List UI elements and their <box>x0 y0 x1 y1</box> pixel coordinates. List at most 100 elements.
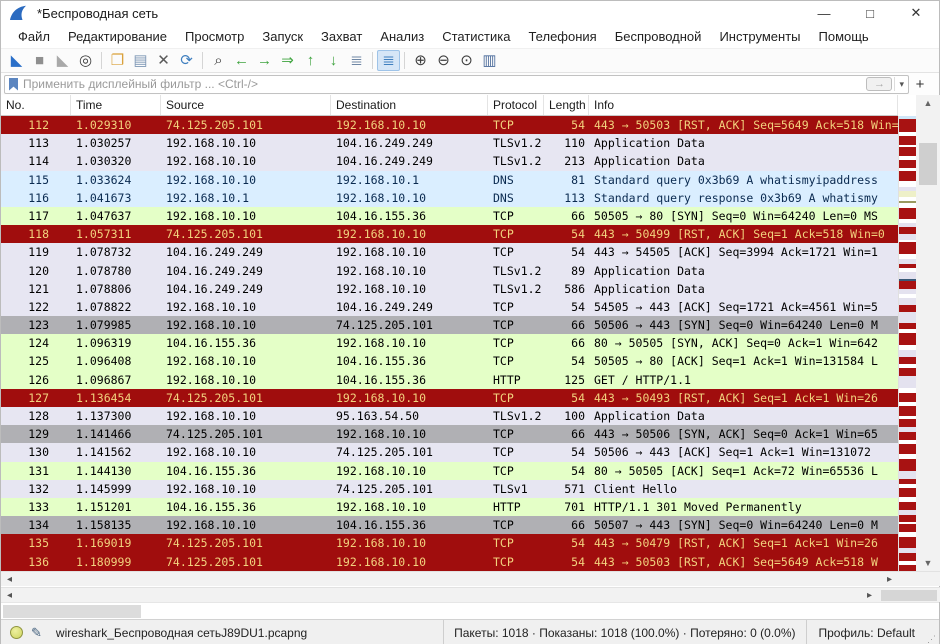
capture-comment-icon[interactable]: ✎ <box>31 625 42 641</box>
menu-item-10[interactable]: Помощь <box>810 26 878 47</box>
packet-row[interactable]: 1261.096867192.168.10.10104.16.155.36HTT… <box>1 371 898 389</box>
zoom-out-icon[interactable]: ⊖ <box>432 50 455 71</box>
packet-row[interactable]: 1201.078780104.16.249.249192.168.10.10TL… <box>1 262 898 280</box>
packet-cell-info: Application Data <box>589 134 898 152</box>
scroll-up-icon[interactable]: ▲ <box>916 95 940 111</box>
minimap-stripe <box>899 171 916 181</box>
horizontal-scrollbar-thumb[interactable] <box>881 590 937 601</box>
packet-row[interactable]: 1301.141562192.168.10.1074.125.205.101TC… <box>1 443 898 461</box>
packet-row[interactable]: 1321.145999192.168.10.1074.125.205.101TL… <box>1 480 898 498</box>
menu-item-2[interactable]: Просмотр <box>176 26 253 47</box>
packet-cell-prot: TCP <box>488 207 544 225</box>
splitter-thumb[interactable] <box>3 605 141 618</box>
go-to-packet-icon[interactable]: ⇒ <box>276 50 299 71</box>
column-header-info[interactable]: Info <box>589 95 898 115</box>
profile-selector[interactable]: Профиль: Default <box>806 620 928 644</box>
minimap-stripe <box>899 553 916 561</box>
packet-row[interactable]: 1361.18099974.125.205.101192.168.10.10TC… <box>1 553 898 571</box>
packet-cell-info: Application Data <box>589 262 898 280</box>
menu-item-9[interactable]: Инструменты <box>710 26 809 47</box>
restart-capture-icon[interactable]: ◣ <box>51 50 74 71</box>
horizontal-scrollbar-2[interactable]: ◂ ▸ <box>1 587 940 602</box>
display-filter-input[interactable] <box>23 77 866 91</box>
go-top-icon[interactable]: ↑ <box>299 50 322 71</box>
packet-cell-prot: TCP <box>488 316 544 334</box>
scroll-right-icon[interactable]: ▸ <box>881 572 898 587</box>
packet-row[interactable]: 1351.16901974.125.205.101192.168.10.10TC… <box>1 534 898 552</box>
packet-row[interactable]: 1221.078822192.168.10.10104.16.249.249TC… <box>1 298 898 316</box>
packet-row[interactable]: 1271.13645474.125.205.101192.168.10.10TC… <box>1 389 898 407</box>
vertical-scrollbar[interactable]: ▲ ▼ <box>916 95 940 571</box>
packet-row[interactable]: 1291.14146674.125.205.101192.168.10.10TC… <box>1 425 898 443</box>
packet-minimap-scrollbar[interactable] <box>898 116 916 571</box>
close-file-icon[interactable]: ✕ <box>152 50 175 71</box>
maximize-button[interactable]: □ <box>847 1 893 25</box>
go-bottom-icon[interactable]: ↓ <box>322 50 345 71</box>
menu-item-4[interactable]: Захват <box>312 26 371 47</box>
packet-row[interactable]: 1251.096408192.168.10.10104.16.155.36TCP… <box>1 352 898 370</box>
stop-capture-icon[interactable]: ■ <box>28 50 51 71</box>
packet-cell-src: 192.168.10.10 <box>161 152 331 170</box>
auto-scroll-icon[interactable]: ≣ <box>345 50 368 71</box>
packet-row[interactable]: 1141.030320192.168.10.10104.16.249.249TL… <box>1 152 898 170</box>
packet-row[interactable]: 1331.151201104.16.155.36192.168.10.10HTT… <box>1 498 898 516</box>
packet-cell-prot: TCP <box>488 334 544 352</box>
packet-row[interactable]: 1181.05731174.125.205.101192.168.10.10TC… <box>1 225 898 243</box>
packet-row[interactable]: 1171.047637192.168.10.10104.16.155.36TCP… <box>1 207 898 225</box>
column-header-destination[interactable]: Destination <box>331 95 488 115</box>
capture-options-icon[interactable]: ◎ <box>74 50 97 71</box>
open-file-icon[interactable]: ❐ <box>106 50 129 71</box>
packet-cell-info: Application Data <box>589 407 898 425</box>
packet-row[interactable]: 1131.030257192.168.10.10104.16.249.249TL… <box>1 134 898 152</box>
packet-row[interactable]: 1121.02931074.125.205.101192.168.10.10TC… <box>1 116 898 134</box>
add-filter-button[interactable]: + <box>909 76 931 93</box>
packet-row[interactable]: 1151.033624192.168.10.10192.168.10.1DNS8… <box>1 171 898 189</box>
save-file-icon[interactable]: ▤ <box>129 50 152 71</box>
column-header-source[interactable]: Source <box>161 95 331 115</box>
expert-info-icon[interactable] <box>10 626 23 639</box>
packet-row[interactable]: 1211.078806104.16.249.249192.168.10.10TL… <box>1 280 898 298</box>
packet-row[interactable]: 1191.078732104.16.249.249192.168.10.10TC… <box>1 243 898 261</box>
scroll-left-icon[interactable]: ◂ <box>1 572 18 587</box>
resize-columns-icon[interactable]: ▥ <box>478 50 501 71</box>
start-capture-icon[interactable]: ◣ <box>5 50 28 71</box>
vertical-scrollbar-thumb[interactable] <box>919 143 937 185</box>
go-forward-icon[interactable]: → <box>253 50 276 71</box>
menu-item-0[interactable]: Файл <box>9 26 59 47</box>
column-header-time[interactable]: Time <box>71 95 161 115</box>
zoom-in-icon[interactable]: ⊕ <box>409 50 432 71</box>
column-header-protocol[interactable]: Protocol <box>488 95 544 115</box>
scroll-right-icon[interactable]: ▸ <box>861 588 878 603</box>
packet-cell-len: 66 <box>544 207 589 225</box>
find-packet-icon[interactable]: ⌕ <box>207 50 230 71</box>
packet-row[interactable]: 1161.041673192.168.10.1192.168.10.10DNS1… <box>1 189 898 207</box>
menu-item-6[interactable]: Статистика <box>433 26 519 47</box>
resize-grip[interactable]: ⋰ <box>927 634 939 644</box>
go-back-icon[interactable]: ← <box>230 50 253 71</box>
column-header-no[interactable]: No. <box>1 95 71 115</box>
menu-item-7[interactable]: Телефония <box>519 26 605 47</box>
filter-bookmark-icon[interactable] <box>9 78 18 91</box>
menu-item-3[interactable]: Запуск <box>253 26 312 47</box>
scroll-left-icon[interactable]: ◂ <box>1 588 18 603</box>
packet-cell-info: 50505 → 80 [ACK] Seq=1 Ack=1 Win=131584 … <box>589 352 898 370</box>
minimize-button[interactable]: — <box>801 1 847 25</box>
packet-row[interactable]: 1281.137300192.168.10.1095.163.54.50TLSv… <box>1 407 898 425</box>
packet-row[interactable]: 1341.158135192.168.10.10104.16.155.36TCP… <box>1 516 898 534</box>
apply-filter-button[interactable]: → <box>866 77 892 91</box>
packet-cell-len: 66 <box>544 316 589 334</box>
reload-file-icon[interactable]: ⟳ <box>175 50 198 71</box>
scroll-down-icon[interactable]: ▼ <box>916 555 940 571</box>
horizontal-scrollbar-1[interactable]: ◂ ▸ <box>1 571 940 586</box>
packet-row[interactable]: 1231.079985192.168.10.1074.125.205.101TC… <box>1 316 898 334</box>
menu-item-8[interactable]: Беспроводной <box>606 26 711 47</box>
packet-row[interactable]: 1311.144130104.16.155.36192.168.10.10TCP… <box>1 462 898 480</box>
packet-row[interactable]: 1241.096319104.16.155.36192.168.10.10TCP… <box>1 334 898 352</box>
zoom-reset-icon[interactable]: ⊙ <box>455 50 478 71</box>
colorize-icon[interactable]: ≣ <box>377 50 400 71</box>
menu-item-1[interactable]: Редактирование <box>59 26 176 47</box>
column-header-length[interactable]: Length <box>544 95 589 115</box>
filter-dropdown-caret[interactable]: ▾ <box>894 77 908 91</box>
close-button[interactable]: ✕ <box>893 1 939 25</box>
menu-item-5[interactable]: Анализ <box>371 26 433 47</box>
